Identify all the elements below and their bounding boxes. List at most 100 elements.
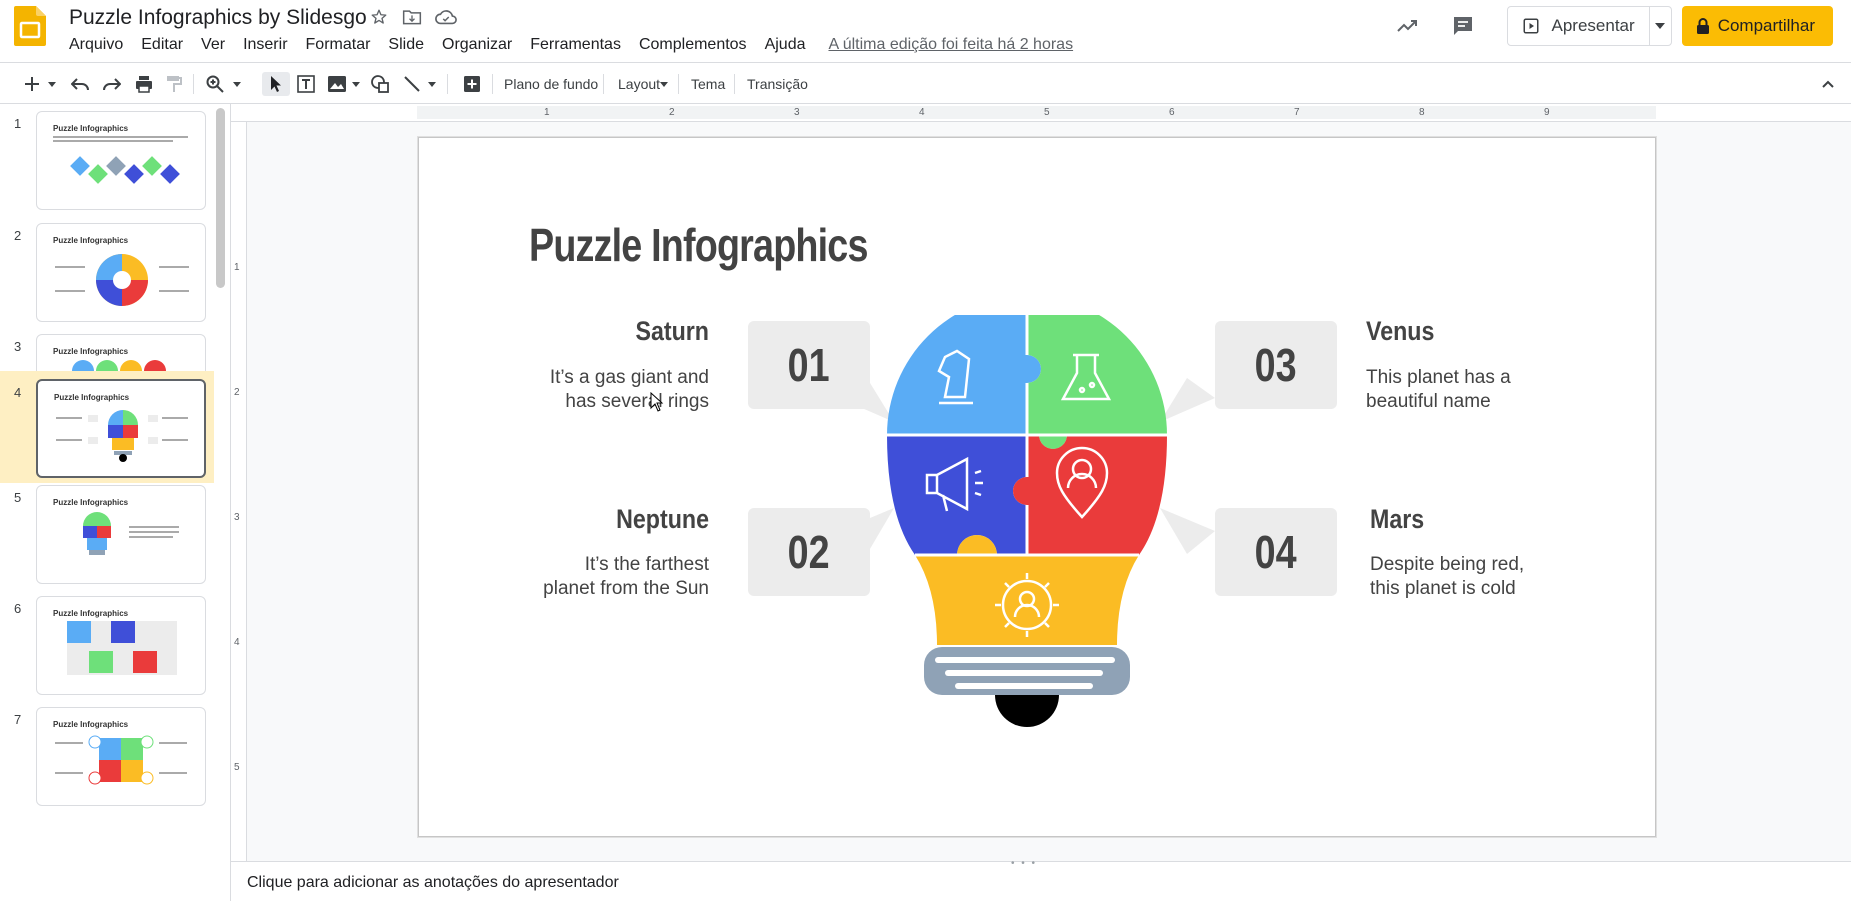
slide-thumbnail-4-selected[interactable]: 4 Puzzle Infographics	[0, 371, 214, 483]
new-slide-plus-icon[interactable]	[22, 72, 42, 96]
present-button[interactable]: Apresentar	[1508, 7, 1649, 45]
item-body-neptune[interactable]: It’s the farthest planet from the Sun	[489, 553, 709, 601]
slide-filmstrip: 1 Puzzle Infographics 2 Puzzle Infograph…	[0, 104, 231, 901]
menu-slide[interactable]: Slide	[379, 34, 433, 56]
slide-preview: Puzzle Infographics	[36, 485, 206, 584]
item-body-line: beautiful name	[1366, 391, 1491, 412]
present-button-group: Apresentar	[1506, 6, 1672, 46]
collapse-toolbar-chevron-up-icon[interactable]	[1818, 72, 1838, 96]
item-heading-mars[interactable]: Mars	[1370, 504, 1424, 535]
item-body-mars[interactable]: Despite being red, this planet is cold	[1370, 553, 1590, 601]
activity-trend-icon[interactable]	[1387, 6, 1427, 46]
chevron-down-icon	[1655, 23, 1666, 29]
slide-preview-graphic	[83, 512, 179, 555]
slide-number: 7	[14, 712, 22, 727]
slide-number: 1	[14, 116, 22, 131]
menu-inserir[interactable]: Inserir	[234, 34, 296, 56]
zoom-chevron-down-icon[interactable]	[231, 72, 243, 96]
paint-format-icon[interactable]	[163, 72, 185, 96]
speaker-notes-placeholder[interactable]: Clique para adicionar as anotações do ap…	[247, 874, 619, 892]
slide-thumbnail-1[interactable]: 1 Puzzle Infographics	[0, 108, 214, 218]
select-cursor-icon[interactable]	[262, 72, 290, 96]
item-heading-saturn[interactable]: Saturn	[606, 316, 709, 347]
slide-thumbnail-6[interactable]: 6 Puzzle Infographics	[0, 593, 214, 703]
background-button[interactable]: Plano de fundo	[504, 74, 598, 94]
menu-complementos[interactable]: Complementos	[630, 34, 756, 56]
number-label: 03	[1255, 339, 1297, 391]
menu-formatar[interactable]: Formatar	[297, 34, 380, 56]
number-label: 01	[788, 339, 830, 391]
image-icon[interactable]	[326, 72, 348, 96]
menu-ajuda[interactable]: Ajuda	[756, 34, 815, 56]
speaker-notes-panel[interactable]: • • • Clique para adicionar as anotações…	[231, 858, 1851, 901]
cloud-saved-icon[interactable]	[435, 6, 457, 28]
menu-ver[interactable]: Ver	[192, 34, 234, 56]
notes-resize-handle[interactable]: • • •	[1011, 858, 1037, 869]
layout-button[interactable]: Layout	[618, 74, 660, 94]
vertical-ruler[interactable]: 1 2 3 4 5	[231, 122, 247, 861]
slide-preview: Puzzle Infographics	[36, 223, 206, 322]
header-actions: Apresentar Compartilhar	[1387, 6, 1833, 46]
comments-icon[interactable]	[1443, 6, 1483, 46]
number-box-01[interactable]: 01	[748, 321, 870, 409]
redo-icon[interactable]	[101, 72, 123, 96]
puzzle-piece-indigo	[887, 435, 1027, 555]
number-box-03[interactable]: 03	[1215, 321, 1337, 409]
item-body-saturn[interactable]: It’s a gas giant and has several rings	[489, 366, 709, 414]
add-comment-icon[interactable]	[461, 72, 483, 96]
horizontal-ruler[interactable]: 1 2 3 4 5 6 7 8 9	[231, 104, 1851, 122]
slide-preview: Puzzle Infographics	[36, 111, 206, 210]
line-chevron-down-icon[interactable]	[426, 72, 438, 96]
slide-preview: Puzzle Infographics	[36, 707, 206, 806]
toolbar: Plano de fundo Layout Tema Transição	[0, 62, 1851, 104]
last-edit-link[interactable]: A última edição foi feita há 2 horas	[814, 34, 1073, 56]
slide-preview-graphic	[55, 735, 187, 785]
menu-arquivo[interactable]: Arquivo	[60, 34, 132, 56]
layout-chevron-down-icon[interactable]	[659, 72, 669, 96]
puzzle-piece-red	[1013, 435, 1167, 555]
document-title[interactable]: Puzzle Infographics by Slidesgo	[69, 4, 367, 32]
shape-icon[interactable]	[369, 72, 391, 96]
slide-preview-graphic	[67, 621, 177, 675]
slide-thumbnail-5[interactable]: 5 Puzzle Infographics	[0, 482, 214, 592]
slide-canvas[interactable]: Puzzle Infographics Saturn It’s a gas gi…	[418, 137, 1656, 837]
slide-number: 6	[14, 601, 22, 616]
undo-icon[interactable]	[69, 72, 91, 96]
item-heading-neptune[interactable]: Neptune	[589, 504, 709, 535]
slide-preview-graphic	[56, 410, 188, 462]
slide-title[interactable]: Puzzle Infographics	[529, 218, 868, 272]
item-heading-venus[interactable]: Venus	[1366, 316, 1434, 347]
item-body-line: planet from the Sun	[543, 578, 709, 599]
present-icon	[1523, 18, 1539, 34]
menu-editar[interactable]: Editar	[132, 34, 192, 56]
item-body-line: has several rings	[565, 391, 709, 412]
move-folder-icon[interactable]	[401, 6, 423, 28]
slide-number: 5	[14, 490, 22, 505]
mouse-cursor-icon	[650, 392, 664, 412]
puzzle-piece-blue	[887, 315, 1041, 435]
number-box-04[interactable]: 04	[1215, 508, 1337, 596]
ruler-number: 4	[919, 107, 925, 118]
present-dropdown-button[interactable]	[1648, 7, 1671, 45]
text-box-icon[interactable]	[295, 72, 317, 96]
transition-button[interactable]: Transição	[747, 74, 808, 94]
slide-thumbnail-2[interactable]: 2 Puzzle Infographics	[0, 220, 214, 330]
image-chevron-down-icon[interactable]	[350, 72, 362, 96]
print-icon[interactable]	[133, 72, 155, 96]
menu-ferramentas[interactable]: Ferramentas	[521, 34, 630, 56]
line-icon[interactable]	[401, 72, 423, 96]
lightbulb-puzzle-graphic[interactable]	[877, 315, 1177, 735]
filmstrip-scrollbar[interactable]	[216, 108, 225, 288]
number-box-02[interactable]: 02	[748, 508, 870, 596]
theme-button[interactable]: Tema	[691, 74, 725, 94]
item-body-venus[interactable]: This planet has a beautiful name	[1366, 366, 1586, 414]
share-button[interactable]: Compartilhar	[1681, 6, 1833, 46]
zoom-icon[interactable]	[204, 72, 226, 96]
toolbar-divider	[603, 74, 604, 94]
slide-thumbnail-7[interactable]: 7 Puzzle Infographics	[0, 704, 214, 814]
new-slide-chevron-down-icon[interactable]	[46, 72, 58, 96]
menu-organizar[interactable]: Organizar	[433, 34, 521, 56]
star-icon[interactable]	[368, 6, 390, 28]
slides-logo-icon[interactable]	[14, 6, 46, 46]
share-label: Compartilhar	[1717, 16, 1815, 35]
